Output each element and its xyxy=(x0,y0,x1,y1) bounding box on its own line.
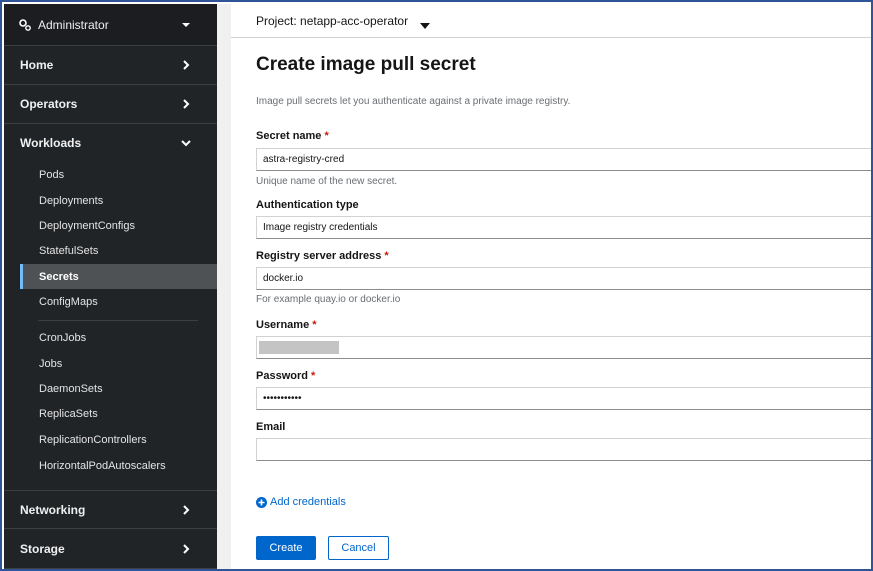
nav-section-label: Home xyxy=(20,58,54,72)
username-label: Username * xyxy=(256,319,316,331)
auth-type-value: Image registry credentials xyxy=(263,222,378,233)
secret-name-input[interactable]: astra-registry-cred xyxy=(256,148,871,171)
create-button[interactable]: Create xyxy=(256,536,316,560)
sidebar-item-pods[interactable]: Pods xyxy=(20,162,217,187)
project-selector[interactable]: Project: netapp-acc-operator xyxy=(231,4,871,38)
nav-section-label: Workloads xyxy=(20,136,82,150)
registry-address-input[interactable]: docker.io xyxy=(256,267,871,290)
nav-section-label: Operators xyxy=(20,97,78,111)
required-marker: * xyxy=(312,319,317,331)
chevron-right-icon xyxy=(181,99,191,109)
chevron-right-icon xyxy=(181,504,191,515)
username-input[interactable] xyxy=(256,336,871,359)
secret-name-value: astra-registry-cred xyxy=(263,154,345,165)
content-gutter xyxy=(217,4,231,569)
sidebar-item-replicationcontrollers[interactable]: ReplicationControllers xyxy=(20,427,217,452)
auth-type-select[interactable]: Image registry credentials xyxy=(256,216,871,239)
gear-icon xyxy=(18,18,32,32)
registry-address-label-text: Registry server address xyxy=(256,250,382,262)
page-title: Create image pull secret xyxy=(256,54,476,75)
page-description: Image pull secrets let you authenticate … xyxy=(256,96,571,107)
required-marker: * xyxy=(384,250,389,262)
email-input[interactable] xyxy=(256,438,871,461)
nav-section-workloads[interactable]: Workloads xyxy=(4,124,217,162)
caret-down-icon xyxy=(181,20,191,30)
password-label: Password * xyxy=(256,370,315,382)
caret-down-icon xyxy=(420,18,431,29)
sidebar-item-configmaps[interactable]: ConfigMaps xyxy=(20,289,217,314)
auth-type-label: Authentication type xyxy=(256,199,359,211)
required-marker: * xyxy=(310,370,316,382)
sidebar-item-jobs[interactable]: Jobs xyxy=(20,351,217,376)
password-input[interactable]: ••••••••••• xyxy=(256,387,871,410)
password-value: ••••••••••• xyxy=(263,393,302,404)
email-label-text: Email xyxy=(256,421,286,433)
password-label-text: Password xyxy=(256,370,308,382)
add-credentials-label: Add credentials xyxy=(270,496,346,508)
screenshot-frame: Administrator Home Operators Workloads P… xyxy=(0,0,873,571)
main-content: Project: netapp-acc-operator Create imag… xyxy=(217,4,871,569)
required-marker: * xyxy=(324,130,329,142)
plus-circle-icon xyxy=(256,496,267,508)
secret-name-helper: Unique name of the new secret. xyxy=(256,176,398,187)
secret-name-label: Secret name * xyxy=(256,130,329,142)
secret-name-label-text: Secret name xyxy=(256,130,322,142)
nav-divider xyxy=(38,320,198,321)
project-label: Project: netapp-acc-operator xyxy=(256,13,409,28)
nav-section-operators[interactable]: Operators xyxy=(4,85,217,124)
username-label-text: Username xyxy=(256,319,310,331)
perspective-switcher[interactable]: Administrator xyxy=(4,4,217,46)
nav-section-label: Networking xyxy=(20,502,86,517)
redacted-username xyxy=(259,341,339,354)
sidebar-item-horizontalpodautoscalers[interactable]: HorizontalPodAutoscalers xyxy=(20,453,217,478)
sidebar-item-deploymentconfigs[interactable]: DeploymentConfigs xyxy=(20,213,217,238)
chevron-right-icon xyxy=(181,543,191,554)
nav-section-home[interactable]: Home xyxy=(4,46,217,85)
sidebar-item-cronjobs[interactable]: CronJobs xyxy=(20,325,217,350)
registry-address-label: Registry server address * xyxy=(256,250,389,262)
auth-type-label-text: Authentication type xyxy=(256,199,359,211)
sidebar-item-deployments[interactable]: Deployments xyxy=(20,188,217,213)
sidebar-item-statefulsets[interactable]: StatefulSets xyxy=(20,238,217,263)
nav-section-label: Storage xyxy=(20,541,65,556)
chevron-right-icon xyxy=(181,60,191,70)
cancel-button[interactable]: Cancel xyxy=(328,536,389,560)
sidebar-item-replicasets[interactable]: ReplicaSets xyxy=(20,401,217,426)
add-credentials-link[interactable]: Add credentials xyxy=(256,496,346,508)
sidebar-item-daemonsets[interactable]: DaemonSets xyxy=(20,376,217,401)
sidebar-item-secrets[interactable]: Secrets xyxy=(20,264,217,289)
registry-address-value: docker.io xyxy=(263,273,304,284)
nav-section-networking[interactable]: Networking xyxy=(4,490,217,529)
email-label: Email xyxy=(256,421,285,433)
sidebar-nav: Administrator Home Operators Workloads P… xyxy=(4,4,217,569)
registry-address-helper: For example quay.io or docker.io xyxy=(256,294,401,305)
chevron-down-icon xyxy=(181,138,191,148)
nav-section-storage[interactable]: Storage xyxy=(4,529,217,569)
perspective-label: Administrator xyxy=(38,17,109,32)
